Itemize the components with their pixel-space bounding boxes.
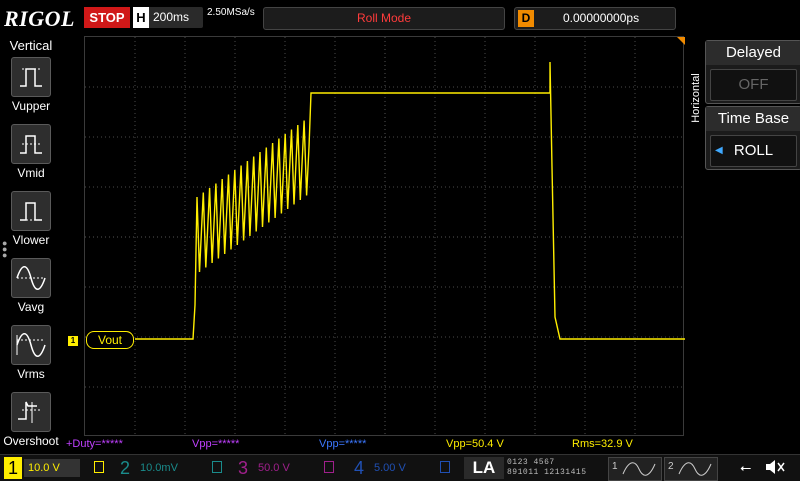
channel-number: 3 [237, 458, 248, 478]
channel-1[interactable]: 1 10.0 V [4, 457, 108, 479]
delay-value: 0.00000000ps [563, 11, 640, 25]
measurement-rms-ch1: Rms=32.9 V [572, 438, 633, 450]
channel-scale: 5.00 V [374, 462, 406, 474]
timebase-menu-item[interactable]: Time Base ◀ ROLL [705, 106, 800, 170]
center-axes [85, 37, 685, 437]
logic-analyzer-button[interactable]: LA [464, 457, 504, 479]
digital-channel-indicator: 0123 4567 891011 12131415 [507, 458, 603, 478]
vmid-icon[interactable] [11, 124, 51, 164]
measure-label: Overshoot [3, 434, 59, 448]
bandwidth-icon [94, 461, 104, 473]
channel-number: 4 [353, 458, 364, 478]
horizontal-delay[interactable]: D 0.00000000ps [514, 7, 676, 30]
generator-1-button[interactable]: 1 [608, 457, 662, 481]
measure-label: Vlower [12, 233, 50, 247]
ch1-offset-marker[interactable]: 1 [68, 336, 78, 346]
channel1-trace [135, 61, 685, 340]
timebase-mode-value: ◀ ROLL [710, 135, 797, 167]
horizontal-timebase[interactable]: H 200ms [133, 7, 203, 28]
delayed-value: OFF [710, 69, 797, 101]
speaker-muted-icon[interactable] [764, 458, 786, 476]
channel-scale: 10.0 V [24, 459, 80, 477]
generator-2-button[interactable]: 2 [664, 457, 718, 481]
overshoot-icon[interactable] [11, 392, 51, 432]
bandwidth-icon [212, 461, 222, 473]
channel-scale: 10.0mV [140, 462, 178, 474]
channel-number: 1 [4, 457, 22, 479]
measurement-vpp-ch3: Vpp=***** [192, 438, 240, 450]
measure-label: Vupper [11, 99, 51, 113]
channel-4[interactable]: 4 5.00 V [350, 457, 454, 479]
vrms-icon[interactable] [11, 325, 51, 365]
section-label: Horizontal [690, 73, 702, 123]
run-stop-button[interactable]: STOP [84, 7, 130, 28]
top-bar: RIGOL STOP H 200ms 2.50MSa/s Roll Mode D… [0, 0, 800, 36]
menu-title: Vertical [9, 38, 53, 53]
timebase-value: 200ms [153, 10, 190, 24]
vupper-icon[interactable] [11, 57, 51, 97]
generator-number: 1 [612, 461, 618, 472]
acquisition-mode: Roll Mode [263, 7, 505, 30]
measurement-duty: +Duty=***** [66, 438, 123, 450]
channel-2[interactable]: 2 10.0mV [116, 457, 226, 479]
usb-icon: ⭠ [740, 459, 752, 475]
rigol-logo: RIGOL [4, 6, 75, 31]
bandwidth-icon [324, 461, 334, 473]
digital-row: 891011 12131415 [507, 468, 587, 477]
vertical-measure-menu: Vertical Vupper Vmid Vlower Vavg Vrms Ov… [0, 36, 62, 454]
left-arrow-icon: ◀ [715, 145, 723, 156]
measure-label: Vmid [17, 166, 45, 180]
measure-label: Vrms [17, 367, 45, 381]
channel-3[interactable]: 3 50.0 V [234, 457, 338, 479]
channel-number: 2 [119, 458, 130, 478]
horizontal-tag: H [133, 7, 149, 28]
delay-tag: D [518, 10, 534, 27]
page-dots-icon: ● ● ● [2, 238, 8, 260]
delayed-title: Delayed [706, 41, 800, 65]
section-tab: Horizontal [686, 56, 702, 146]
channel-bar: 1 10.0 V 2 10.0mV 3 50.0 V 4 5.00 V LA 0… [0, 454, 800, 481]
timebase-title: Time Base [706, 107, 800, 131]
channel-scale: 50.0 V [258, 462, 290, 474]
bandwidth-icon [440, 461, 450, 473]
generator-number: 2 [668, 461, 674, 472]
vlower-icon[interactable] [11, 191, 51, 231]
digital-row: 0123 4567 [507, 458, 555, 467]
delayed-menu-item[interactable]: Delayed OFF [705, 40, 800, 104]
sample-rate: 2.50MSa/s [207, 7, 255, 18]
measure-label: Vavg [17, 300, 45, 314]
measurement-vpp-ch4: Vpp=***** [319, 438, 367, 450]
vavg-icon[interactable] [11, 258, 51, 298]
waveform-area[interactable] [84, 36, 685, 437]
measurement-vpp-ch1: Vpp=50.4 V [446, 438, 504, 450]
horizontal-menu: Horizontal Delayed OFF Time Base ◀ ROLL [684, 36, 800, 454]
trace-label: Vout [86, 331, 134, 349]
